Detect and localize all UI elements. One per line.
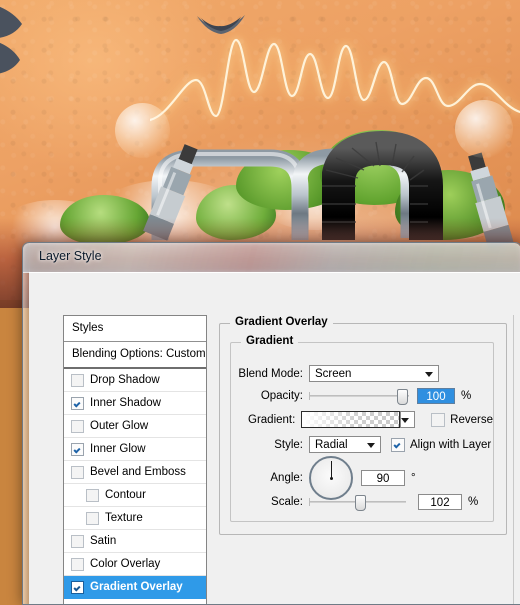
opacity-label: Opacity:	[231, 390, 309, 402]
artwork-bird	[0, 2, 38, 74]
opacity-unit: %	[461, 390, 471, 402]
reverse-checkbox[interactable]	[431, 413, 445, 427]
blend-mode-value: Screen	[315, 368, 351, 380]
style-row-texture[interactable]: Texture	[64, 507, 206, 530]
checkbox-outer-glow[interactable]	[71, 420, 84, 433]
styles-list-header[interactable]: Styles	[64, 316, 206, 342]
angle-dial-hub	[330, 477, 333, 480]
angle-label: Angle:	[231, 472, 309, 484]
style-field: Style: Radial Align with Layer	[231, 436, 493, 453]
style-label: Color Overlay	[90, 553, 160, 575]
dialog-title-bar[interactable]: Layer Style	[23, 243, 520, 273]
scale-slider-knob[interactable]	[355, 495, 366, 511]
style-row-pattern-overlay[interactable]: Pattern Overlay	[64, 599, 206, 605]
layer-style-dialog: Layer Style Styles Blending Options: Cus…	[22, 242, 520, 605]
settings-right-divider	[513, 315, 514, 605]
checkbox-color-overlay[interactable]	[71, 558, 84, 571]
gradient-group: Gradient Blend Mode: Screen Opacity:	[230, 342, 494, 522]
style-label: Inner Shadow	[90, 392, 161, 414]
gradient-overlay-group: Gradient Overlay Gradient Blend Mode: Sc…	[219, 323, 507, 535]
style-row-drop-shadow[interactable]: Drop Shadow	[64, 369, 206, 392]
styles-list-pane: Styles Blending Options: Custom Drop Sha…	[63, 315, 207, 605]
style-row-outer-glow[interactable]: Outer Glow	[64, 415, 206, 438]
style-label: Outer Glow	[90, 415, 148, 437]
style-value: Radial	[315, 439, 348, 451]
chevron-down-icon	[367, 443, 375, 448]
chevron-down-icon	[401, 418, 409, 423]
align-with-layer-label: Align with Layer	[410, 439, 491, 451]
gradient-picker-button[interactable]	[400, 411, 415, 428]
style-row-bevel-and-emboss[interactable]: Bevel and Emboss	[64, 461, 206, 484]
opacity-slider[interactable]	[309, 389, 409, 403]
style-label-text: Style:	[231, 439, 309, 451]
artwork-bird	[195, 12, 247, 46]
align-with-layer-row[interactable]: Align with Layer	[391, 438, 491, 452]
artwork-glowing-orb	[115, 103, 170, 158]
style-row-gradient-overlay[interactable]: Gradient Overlay	[64, 576, 206, 599]
chevron-down-icon	[425, 372, 433, 377]
style-row-color-overlay[interactable]: Color Overlay	[64, 553, 206, 576]
style-row-satin[interactable]: Satin	[64, 530, 206, 553]
blend-mode-field: Blend Mode: Screen	[231, 365, 483, 382]
scale-input[interactable]: 102	[418, 494, 462, 510]
angle-input[interactable]: 90	[361, 470, 405, 486]
blend-mode-label: Blend Mode:	[231, 368, 309, 380]
scale-unit: %	[468, 496, 478, 508]
reverse-label: Reverse	[450, 414, 493, 426]
checkbox-bevel-and-emboss[interactable]	[71, 466, 84, 479]
scale-field: Scale: 102 %	[231, 494, 483, 510]
gradient-group-title: Gradient	[241, 335, 298, 347]
gradient-overlay-group-title: Gradient Overlay	[230, 316, 333, 328]
style-label: Inner Glow	[90, 438, 146, 460]
opacity-field: Opacity: 100 %	[231, 388, 483, 404]
gradient-overlay-settings-pane: Gradient Overlay Gradient Blend Mode: Sc…	[219, 315, 509, 605]
gradient-field: Gradient: Reverse	[231, 411, 493, 428]
style-label: Drop Shadow	[90, 369, 160, 391]
style-label: Pattern Overlay	[90, 599, 170, 605]
style-label: Satin	[90, 530, 116, 552]
opacity-slider-knob[interactable]	[397, 389, 408, 405]
checkbox-texture[interactable]	[86, 512, 99, 525]
blending-options-row[interactable]: Blending Options: Custom	[64, 342, 206, 369]
align-with-layer-checkbox[interactable]	[391, 438, 405, 452]
dialog-body: Styles Blending Options: Custom Drop Sha…	[29, 272, 520, 605]
checkbox-gradient-overlay[interactable]	[71, 581, 84, 594]
gradient-label: Gradient:	[231, 414, 301, 426]
checkbox-satin[interactable]	[71, 535, 84, 548]
style-label: Contour	[105, 484, 146, 506]
opacity-slider-track	[309, 395, 409, 397]
angle-dial-needle	[331, 461, 332, 478]
angle-unit: °	[411, 472, 416, 484]
style-label: Gradient Overlay	[90, 576, 183, 598]
style-row-inner-shadow[interactable]: Inner Shadow	[64, 392, 206, 415]
style-select[interactable]: Radial	[309, 436, 381, 453]
style-label: Bevel and Emboss	[90, 461, 186, 483]
reverse-checkbox-row[interactable]: Reverse	[431, 413, 493, 427]
scale-label: Scale:	[231, 496, 309, 508]
checkbox-drop-shadow[interactable]	[71, 374, 84, 387]
style-row-inner-glow[interactable]: Inner Glow	[64, 438, 206, 461]
opacity-input[interactable]: 100	[417, 388, 455, 404]
scale-slider[interactable]	[309, 495, 406, 509]
style-row-contour[interactable]: Contour	[64, 484, 206, 507]
gradient-preview-swatch[interactable]	[301, 411, 399, 428]
blend-mode-select[interactable]: Screen	[309, 365, 439, 382]
checkbox-inner-shadow[interactable]	[71, 397, 84, 410]
checkbox-contour[interactable]	[86, 489, 99, 502]
checkbox-inner-glow[interactable]	[71, 443, 84, 456]
dialog-title: Layer Style	[39, 249, 102, 263]
style-label: Texture	[105, 507, 143, 529]
artwork-glowing-orb	[455, 100, 513, 158]
